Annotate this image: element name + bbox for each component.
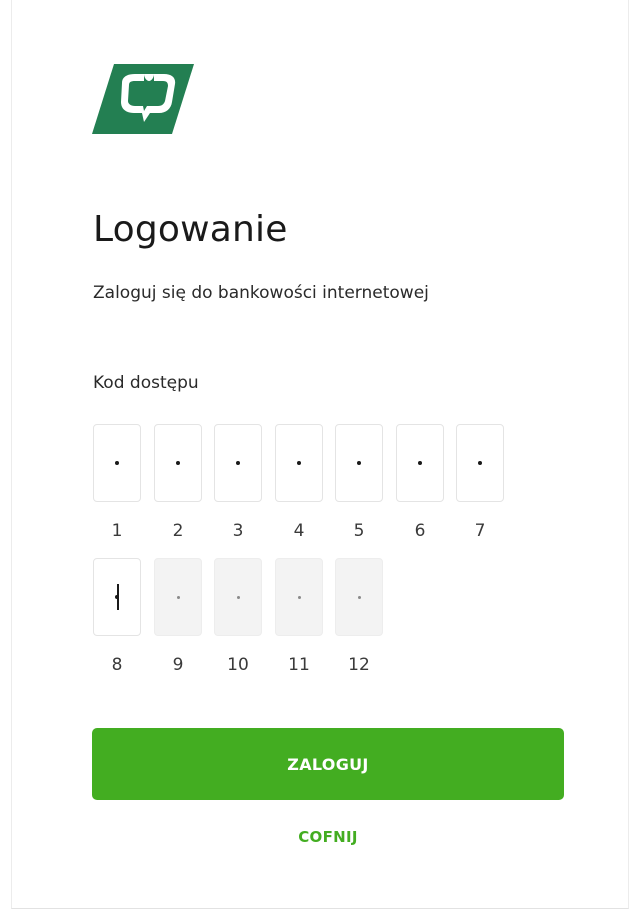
code-digit-number: 3 (232, 521, 244, 541)
code-digit-number: 2 (172, 521, 184, 541)
code-digit-input-6[interactable] (396, 424, 444, 502)
code-digit-input-5[interactable] (335, 424, 383, 502)
code-digit-number: 9 (172, 655, 184, 675)
code-digit-input-2[interactable] (154, 424, 202, 502)
page-subtitle: Zaloguj się do bankowości internetowej (93, 283, 429, 303)
code-digit-input-8[interactable] (93, 558, 141, 636)
code-digit-input-3[interactable] (214, 424, 262, 502)
code-digit-number: 12 (348, 655, 370, 675)
masked-dot-icon (357, 595, 361, 599)
masked-dot-icon (236, 461, 240, 465)
code-digit-number: 1 (111, 521, 123, 541)
code-digit-number: 7 (474, 521, 486, 541)
code-digit-number: 11 (288, 655, 310, 675)
page-title: Logowanie (93, 209, 288, 250)
masked-dot-icon (297, 461, 301, 465)
masked-dot-icon (297, 595, 301, 599)
masked-dot-icon (115, 461, 119, 465)
masked-dot-icon (176, 461, 180, 465)
masked-dot-icon (176, 595, 180, 599)
bank-shield-logo-icon (92, 64, 194, 134)
code-digit-input-11 (275, 558, 323, 636)
code-digit-input-4[interactable] (275, 424, 323, 502)
code-digit-input-1[interactable] (93, 424, 141, 502)
code-digit-number: 8 (111, 655, 123, 675)
masked-dot-icon (418, 461, 422, 465)
code-digit-number: 5 (353, 521, 365, 541)
masked-dot-icon (357, 461, 361, 465)
code-digit-input-9 (154, 558, 202, 636)
login-page: Logowanie Zaloguj się do bankowości inte… (0, 0, 640, 911)
code-digit-input-12 (335, 558, 383, 636)
code-digit-input-7[interactable] (456, 424, 504, 502)
code-digit-number: 6 (414, 521, 426, 541)
code-digit-input-10 (214, 558, 262, 636)
back-button[interactable]: COFNIJ (268, 822, 388, 852)
code-digit-number: 10 (227, 655, 249, 675)
access-code-label: Kod dostępu (93, 373, 199, 393)
login-button[interactable]: ZALOGUJ (92, 728, 564, 800)
text-caret (117, 584, 119, 610)
code-digit-number: 4 (293, 521, 305, 541)
masked-dot-icon (478, 461, 482, 465)
masked-dot-icon (236, 595, 240, 599)
